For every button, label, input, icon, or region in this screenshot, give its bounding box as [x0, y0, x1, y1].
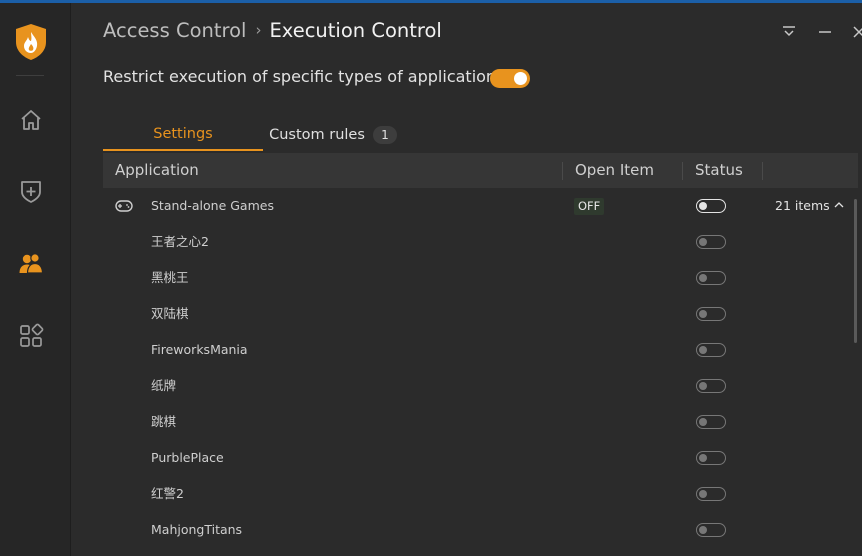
app-status-toggle[interactable] — [696, 523, 726, 537]
tab-bar: Settings Custom rules 1 — [103, 119, 858, 151]
breadcrumb-separator: › — [255, 21, 262, 39]
minimize-button[interactable] — [816, 23, 834, 41]
home-icon — [21, 110, 41, 130]
shield-plus-icon — [21, 181, 41, 203]
table-row[interactable]: MahjongTitans — [103, 512, 858, 548]
group-status-toggle[interactable] — [696, 199, 726, 213]
menu-icon — [783, 26, 795, 37]
app-status-toggle[interactable] — [696, 451, 726, 465]
app-status-toggle[interactable] — [696, 487, 726, 501]
nav-access-control[interactable] — [15, 247, 47, 279]
app-name: 纸牌 — [151, 378, 177, 393]
table-row[interactable]: FireworksMania — [103, 332, 858, 368]
gamepad-icon — [115, 200, 133, 212]
app-name: 双陆棋 — [151, 306, 189, 321]
tab-settings[interactable]: Settings — [103, 119, 263, 151]
open-item-badge: OFF — [574, 198, 605, 215]
sidebar — [0, 3, 71, 556]
scrollbar-thumb[interactable] — [854, 199, 857, 343]
col-open-item: Open Item — [575, 161, 654, 179]
app-name: 跳棋 — [151, 414, 177, 429]
nav-apps[interactable] — [15, 320, 47, 352]
group-row[interactable]: Stand-alone Games OFF 21 items — [103, 188, 858, 224]
page-title: Execution Control — [269, 19, 442, 42]
col-application: Application — [115, 161, 199, 179]
nav-home[interactable] — [15, 104, 47, 136]
table-row[interactable]: 红警2 — [103, 476, 858, 512]
table-row[interactable]: 纸牌 — [103, 368, 858, 404]
col-divider — [682, 162, 683, 180]
sidebar-divider — [16, 75, 44, 76]
close-button[interactable] — [850, 23, 862, 41]
app-status-toggle[interactable] — [696, 415, 726, 429]
group-expand-button[interactable]: 21 items — [775, 188, 844, 224]
col-status: Status — [695, 161, 743, 179]
tab-custom-rules[interactable]: Custom rules 1 — [263, 119, 403, 151]
app-name: PurblePlace — [151, 450, 224, 465]
table-row[interactable]: PurblePlace — [103, 440, 858, 476]
app-name: 黑桃王 — [151, 270, 189, 285]
restrict-label: Restrict execution of specific types of … — [103, 67, 505, 86]
users-icon — [19, 253, 44, 274]
app-name: FireworksMania — [151, 342, 248, 357]
app-status-toggle[interactable] — [696, 307, 726, 321]
app-name: 红警2 — [151, 486, 184, 501]
custom-rules-count-badge: 1 — [372, 126, 397, 144]
apps-grid-icon — [20, 323, 44, 347]
tab-settings-label: Settings — [153, 126, 213, 142]
minimize-icon — [819, 31, 831, 33]
chevron-up-icon — [834, 202, 844, 208]
main-panel: Access Control › Execution Control Restric… — [71, 3, 862, 556]
table-row[interactable]: 双陆棋 — [103, 296, 858, 332]
table-row[interactable]: 黑桃王 — [103, 260, 858, 296]
col-divider — [762, 162, 763, 180]
breadcrumb: Access Control › Execution Control — [103, 19, 442, 42]
table-header: Application Open Item Status — [103, 153, 858, 188]
col-divider — [562, 162, 563, 180]
nav-protection[interactable] — [15, 175, 47, 207]
group-count-label: 21 items — [775, 198, 830, 213]
group-name: Stand-alone Games — [151, 198, 274, 213]
restrict-toggle[interactable] — [490, 69, 530, 88]
table-row[interactable]: 王者之心2 — [103, 224, 858, 260]
app-status-toggle[interactable] — [696, 235, 726, 249]
app-status-toggle[interactable] — [696, 379, 726, 393]
tab-custom-rules-label: Custom rules — [269, 127, 365, 143]
table-row[interactable]: 跳棋 — [103, 404, 858, 440]
app-status-toggle[interactable] — [696, 271, 726, 285]
breadcrumb-parent[interactable]: Access Control — [103, 19, 246, 42]
shield-flame-icon — [14, 23, 48, 61]
app-name: MahjongTitans — [151, 522, 243, 537]
app-status-toggle[interactable] — [696, 343, 726, 357]
menu-button[interactable] — [780, 23, 798, 41]
app-name: 王者之心2 — [151, 234, 209, 249]
close-icon — [853, 26, 862, 38]
